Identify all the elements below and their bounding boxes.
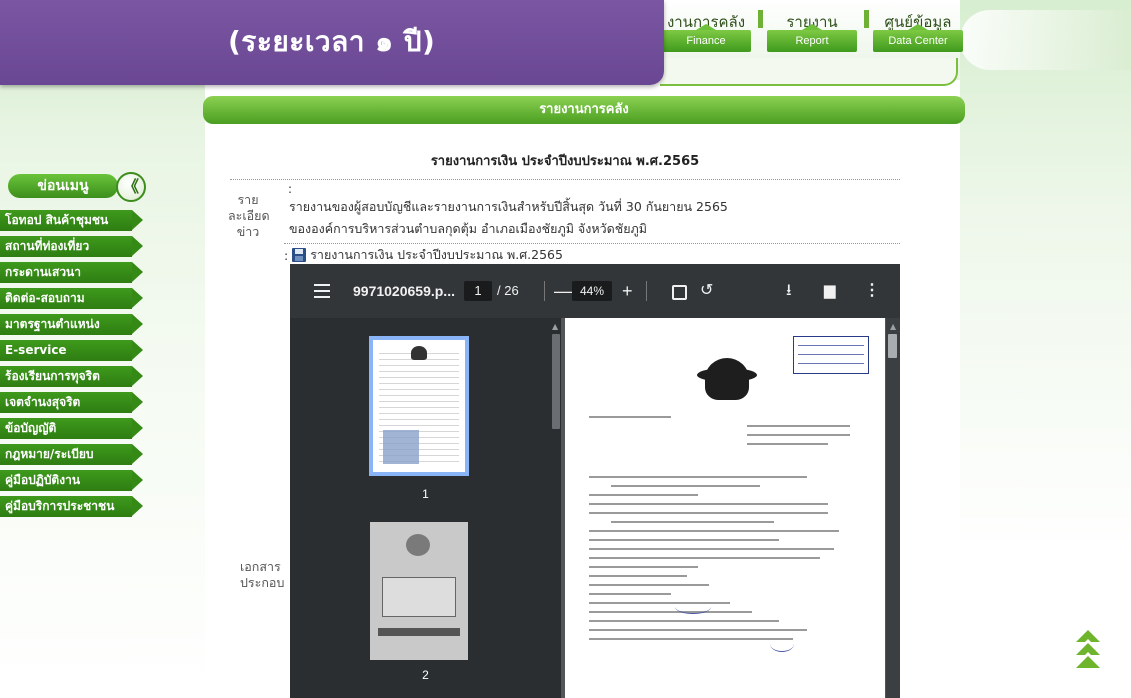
pdf-page[interactable]	[565, 318, 885, 698]
page-scroll-thumb[interactable]	[888, 334, 897, 358]
menu-header-label[interactable]: ข่อนเมนู	[8, 174, 118, 198]
seal-icon	[406, 534, 430, 556]
banner-text: (ระยะเวลา ๑ ปี)	[228, 25, 436, 58]
sidebar-menu: โอทอป สินค้าชุมชน สถานที่ท่องเที่ยว กระด…	[0, 210, 150, 522]
nav-tab-finance[interactable]: งานการคลัง Finance	[655, 0, 757, 56]
thumbnail-box	[382, 577, 456, 617]
nav-separator	[864, 10, 869, 28]
nav-separator	[758, 10, 763, 28]
double-chevron-left-icon[interactable]: 《	[116, 172, 146, 202]
sidebar-item-service-manual[interactable]: คู่มือบริการประชาชน	[0, 496, 143, 517]
attach-label-2: ประกอบ	[240, 575, 285, 590]
right-background	[960, 0, 1131, 698]
nav-frame	[660, 58, 958, 86]
zoom-input[interactable]: 44%	[572, 281, 612, 301]
section-title: รายงานการคลัง	[203, 96, 965, 124]
zoom-out-button[interactable]: —	[554, 264, 572, 318]
attach-label-1: เอกสาร	[240, 559, 281, 574]
garuda-emblem-icon	[697, 358, 757, 400]
thumbnail-bar	[378, 628, 460, 636]
detail-line-1: รายงานของผู้สอบบัญชีและรายงานการเงินสำหร…	[289, 199, 728, 214]
sidebar-item-otop[interactable]: โอทอป สินค้าชุมชน	[0, 210, 143, 231]
pdf-file-name: 9971020659.p...	[353, 283, 455, 299]
pdf-viewer[interactable]: 9971020659.p... 1 / 26 — 44% + ↺ ⭳ ▆ ⋮ ▲…	[290, 264, 900, 698]
save-icon	[292, 248, 307, 262]
page-number-input[interactable]: 1	[464, 281, 492, 301]
nav-tab-report[interactable]: รายงาน Report	[758, 0, 863, 56]
detail-label: ราย ละเอียด ข่าว	[228, 192, 270, 240]
detail-label-3: ข่าว	[236, 224, 260, 239]
duration-banner: (ระยะเวลา ๑ ปี)	[0, 0, 664, 85]
document-text-lines	[589, 416, 861, 452]
signature	[675, 600, 711, 614]
sidebar-scroll-thumb[interactable]	[552, 334, 560, 429]
pdf-toolbar: 9971020659.p... 1 / 26 — 44% + ↺ ⭳ ▆ ⋮	[290, 264, 900, 318]
toolbar-separator	[646, 281, 647, 301]
scroll-to-top-icon[interactable]	[1074, 630, 1102, 680]
thumbnail-number-1: 1	[422, 487, 429, 501]
sidebar-scroll-up-icon[interactable]: ▲	[552, 322, 558, 331]
nav-tab-data-center-en: Data Center	[873, 24, 963, 52]
header-decoration	[960, 10, 1131, 70]
nav-tab-finance-en: Finance	[661, 24, 751, 52]
sidebar-item-contact[interactable]: ติดต่อ-สอบถาม	[0, 288, 143, 309]
nav-tab-data-center[interactable]: ศูนย์ข้อมูล Data Center	[864, 0, 969, 56]
more-icon[interactable]: ⋮	[864, 264, 880, 318]
menu-icon[interactable]	[314, 284, 330, 298]
page-total: / 26	[497, 283, 519, 298]
page-scroll-up-icon[interactable]: ▲	[890, 322, 896, 331]
print-icon[interactable]: ▆	[824, 264, 836, 318]
detail-colon: :	[288, 182, 293, 196]
detail-label-1: ราย	[237, 192, 259, 207]
emblem-icon	[411, 346, 427, 360]
top-nav: งานการคลัง Finance รายงาน Report ศูนย์ข้…	[655, 0, 973, 58]
nav-tab-report-en: Report	[767, 24, 857, 52]
sidebar-item-position-standard[interactable]: มาตรฐานตำแหน่ง	[0, 314, 143, 335]
rotate-icon[interactable]: ↺	[700, 264, 713, 318]
sidebar-item-ordinance[interactable]: ข้อบัญญัติ	[0, 418, 143, 439]
download-icon[interactable]: ⭳	[786, 264, 792, 318]
page-scrollbar[interactable]	[886, 318, 900, 698]
sidebar-item-webboard[interactable]: กระดานเสวนา	[0, 262, 143, 283]
page-thumbnail-1[interactable]	[369, 336, 469, 476]
detail-line-2: ขององค์การบริหารส่วนตำบลกุดตุ้ม อำเภอเมื…	[289, 221, 648, 236]
receipt-stamp	[793, 336, 869, 374]
zoom-in-button[interactable]: +	[622, 264, 633, 318]
divider	[230, 179, 900, 180]
sidebar-item-work-manual[interactable]: คู่มือปฏิบัติงาน	[0, 470, 143, 491]
thumbnail-number-2: 2	[422, 668, 429, 682]
sidebar-item-e-service[interactable]: E-service	[0, 340, 143, 361]
stamp-image	[383, 430, 419, 464]
toolbar-separator	[544, 281, 545, 301]
attachment-colon: :	[284, 247, 289, 263]
sidebar-item-integrity[interactable]: เจตจำนงสุจริต	[0, 392, 143, 413]
document-text-lines	[589, 476, 861, 647]
report-heading: รายงานการเงิน ประจำปีงบประมาณ พ.ศ.2565	[430, 154, 700, 169]
attachment-title: รายงานการเงิน ประจำปีงบประมาณ พ.ศ.2565	[310, 247, 563, 262]
sidebar-item-tourism[interactable]: สถานที่ท่องเที่ยว	[0, 236, 143, 257]
fit-page-icon[interactable]	[672, 264, 687, 318]
signature	[770, 636, 794, 652]
sidebar-item-law[interactable]: กฎหมาย/ระเบียบ	[0, 444, 143, 465]
detail-label-2: ละเอียด	[228, 208, 270, 223]
attachment-label: เอกสาร ประกอบ	[240, 559, 290, 591]
menu-header: ข่อนเมนู 《	[8, 172, 146, 202]
divider	[284, 243, 900, 244]
page-thumbnail-2[interactable]	[370, 522, 468, 660]
sidebar-item-corruption-complaint[interactable]: ร้องเรียนการทุจริต	[0, 366, 143, 387]
attachment-link[interactable]: : รายงานการเงิน ประจำปีงบประมาณ พ.ศ.2565	[284, 245, 563, 265]
